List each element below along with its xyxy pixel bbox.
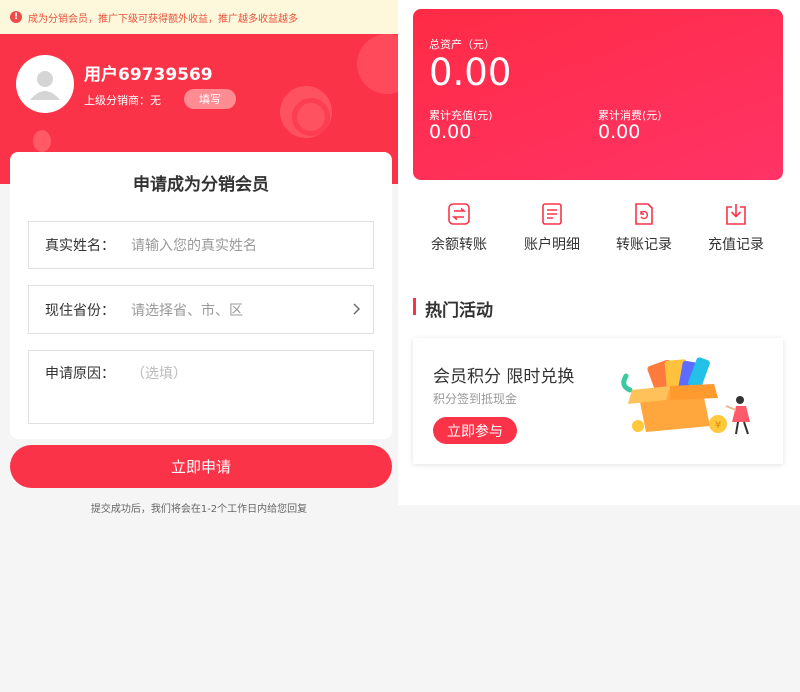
real-name-field[interactable]: 真实姓名： 请输入您的真实姓名 <box>28 221 374 269</box>
asset-card: 总资产（元） 0.00 累计充值(元) 0.00 累计消费(元) 0.00 <box>413 9 783 180</box>
menu-label: 充值记录 <box>708 237 764 253</box>
circle-decoration <box>33 130 51 152</box>
user-icon <box>30 71 60 100</box>
province-label: 现住省份： <box>45 302 115 319</box>
coin-decoration <box>280 86 332 138</box>
fill-parent-button[interactable]: 填写 <box>184 89 236 109</box>
promo-title: 会员积分 限时兑换 <box>433 367 575 387</box>
wallet-panel: 总资产（元） 0.00 累计充值(元) 0.00 累计消费(元) 0.00 余额… <box>398 0 800 505</box>
apply-panel: ! 成为分销会员，推广下级可获得额外收益，推广越多收益越多 用户69739569… <box>0 0 398 692</box>
username: 用户69739569 <box>84 65 213 85</box>
province-select[interactable]: 现住省份： 请选择省、市、区 <box>28 285 374 334</box>
transfer-icon <box>448 203 470 225</box>
apply-form-card: 申请成为分销会员 真实姓名： 请输入您的真实姓名 现住省份： 请选择省、市、区 … <box>10 152 392 439</box>
real-name-label: 真实姓名： <box>45 238 115 254</box>
wallet-menu: 余额转账 账户明细 转账记录 充值记录 <box>398 203 800 259</box>
promo-card[interactable]: 会员积分 限时兑换 积分签到抵现金 立即参与 ¥ <box>413 338 783 464</box>
consume-total-value: 0.00 <box>598 121 641 143</box>
real-name-input[interactable]: 请输入您的真实姓名 <box>131 235 257 255</box>
svg-text:¥: ¥ <box>715 420 721 431</box>
menu-account-details[interactable]: 账户明细 <box>512 203 592 254</box>
form-title: 申请成为分销会员 <box>133 175 269 195</box>
total-asset-label: 总资产（元） <box>429 38 495 51</box>
submit-tip: 提交成功后，我们将会在1-2个工作日内给您回复 <box>90 504 308 515</box>
menu-label: 账户明细 <box>524 237 580 253</box>
menu-recharge-records[interactable]: 充值记录 <box>696 203 776 254</box>
menu-label: 转账记录 <box>616 237 672 253</box>
reason-field[interactable]: 申请原因： （选填） <box>28 350 374 424</box>
recharge-icon <box>726 204 746 225</box>
notice-bar: ! 成为分销会员，推广下级可获得额外收益，推广越多收益越多 <box>0 0 398 34</box>
menu-balance-transfer[interactable]: 余额转账 <box>419 203 499 254</box>
chevron-right-icon <box>353 303 360 315</box>
reason-input[interactable]: （选填） <box>131 363 187 383</box>
promo-subtitle: 积分签到抵现金 <box>433 392 518 406</box>
join-now-button[interactable]: 立即参与 <box>433 417 517 444</box>
avatar[interactable] <box>16 55 74 113</box>
section-marker <box>413 298 416 315</box>
hot-activities-title: 热门活动 <box>425 301 493 321</box>
gift-box-illustration: ¥ <box>621 357 750 435</box>
record-icon <box>635 203 653 225</box>
submit-application-button[interactable]: 立即申请 <box>10 445 392 488</box>
recharge-total-value: 0.00 <box>429 121 472 143</box>
details-icon <box>542 203 562 225</box>
province-value[interactable]: 请选择省、市、区 <box>131 300 243 320</box>
menu-transfer-records[interactable]: 转账记录 <box>604 203 684 254</box>
total-asset-value: 0.00 <box>429 51 512 94</box>
reason-label: 申请原因： <box>45 366 115 382</box>
notice-text: 成为分销会员，推广下级可获得额外收益，推广越多收益越多 <box>28 13 298 25</box>
menu-label: 余额转账 <box>431 237 487 253</box>
circle-decoration <box>357 34 398 94</box>
parent-distributor: 上级分销商：无 <box>84 94 161 107</box>
warning-icon: ! <box>10 11 22 23</box>
